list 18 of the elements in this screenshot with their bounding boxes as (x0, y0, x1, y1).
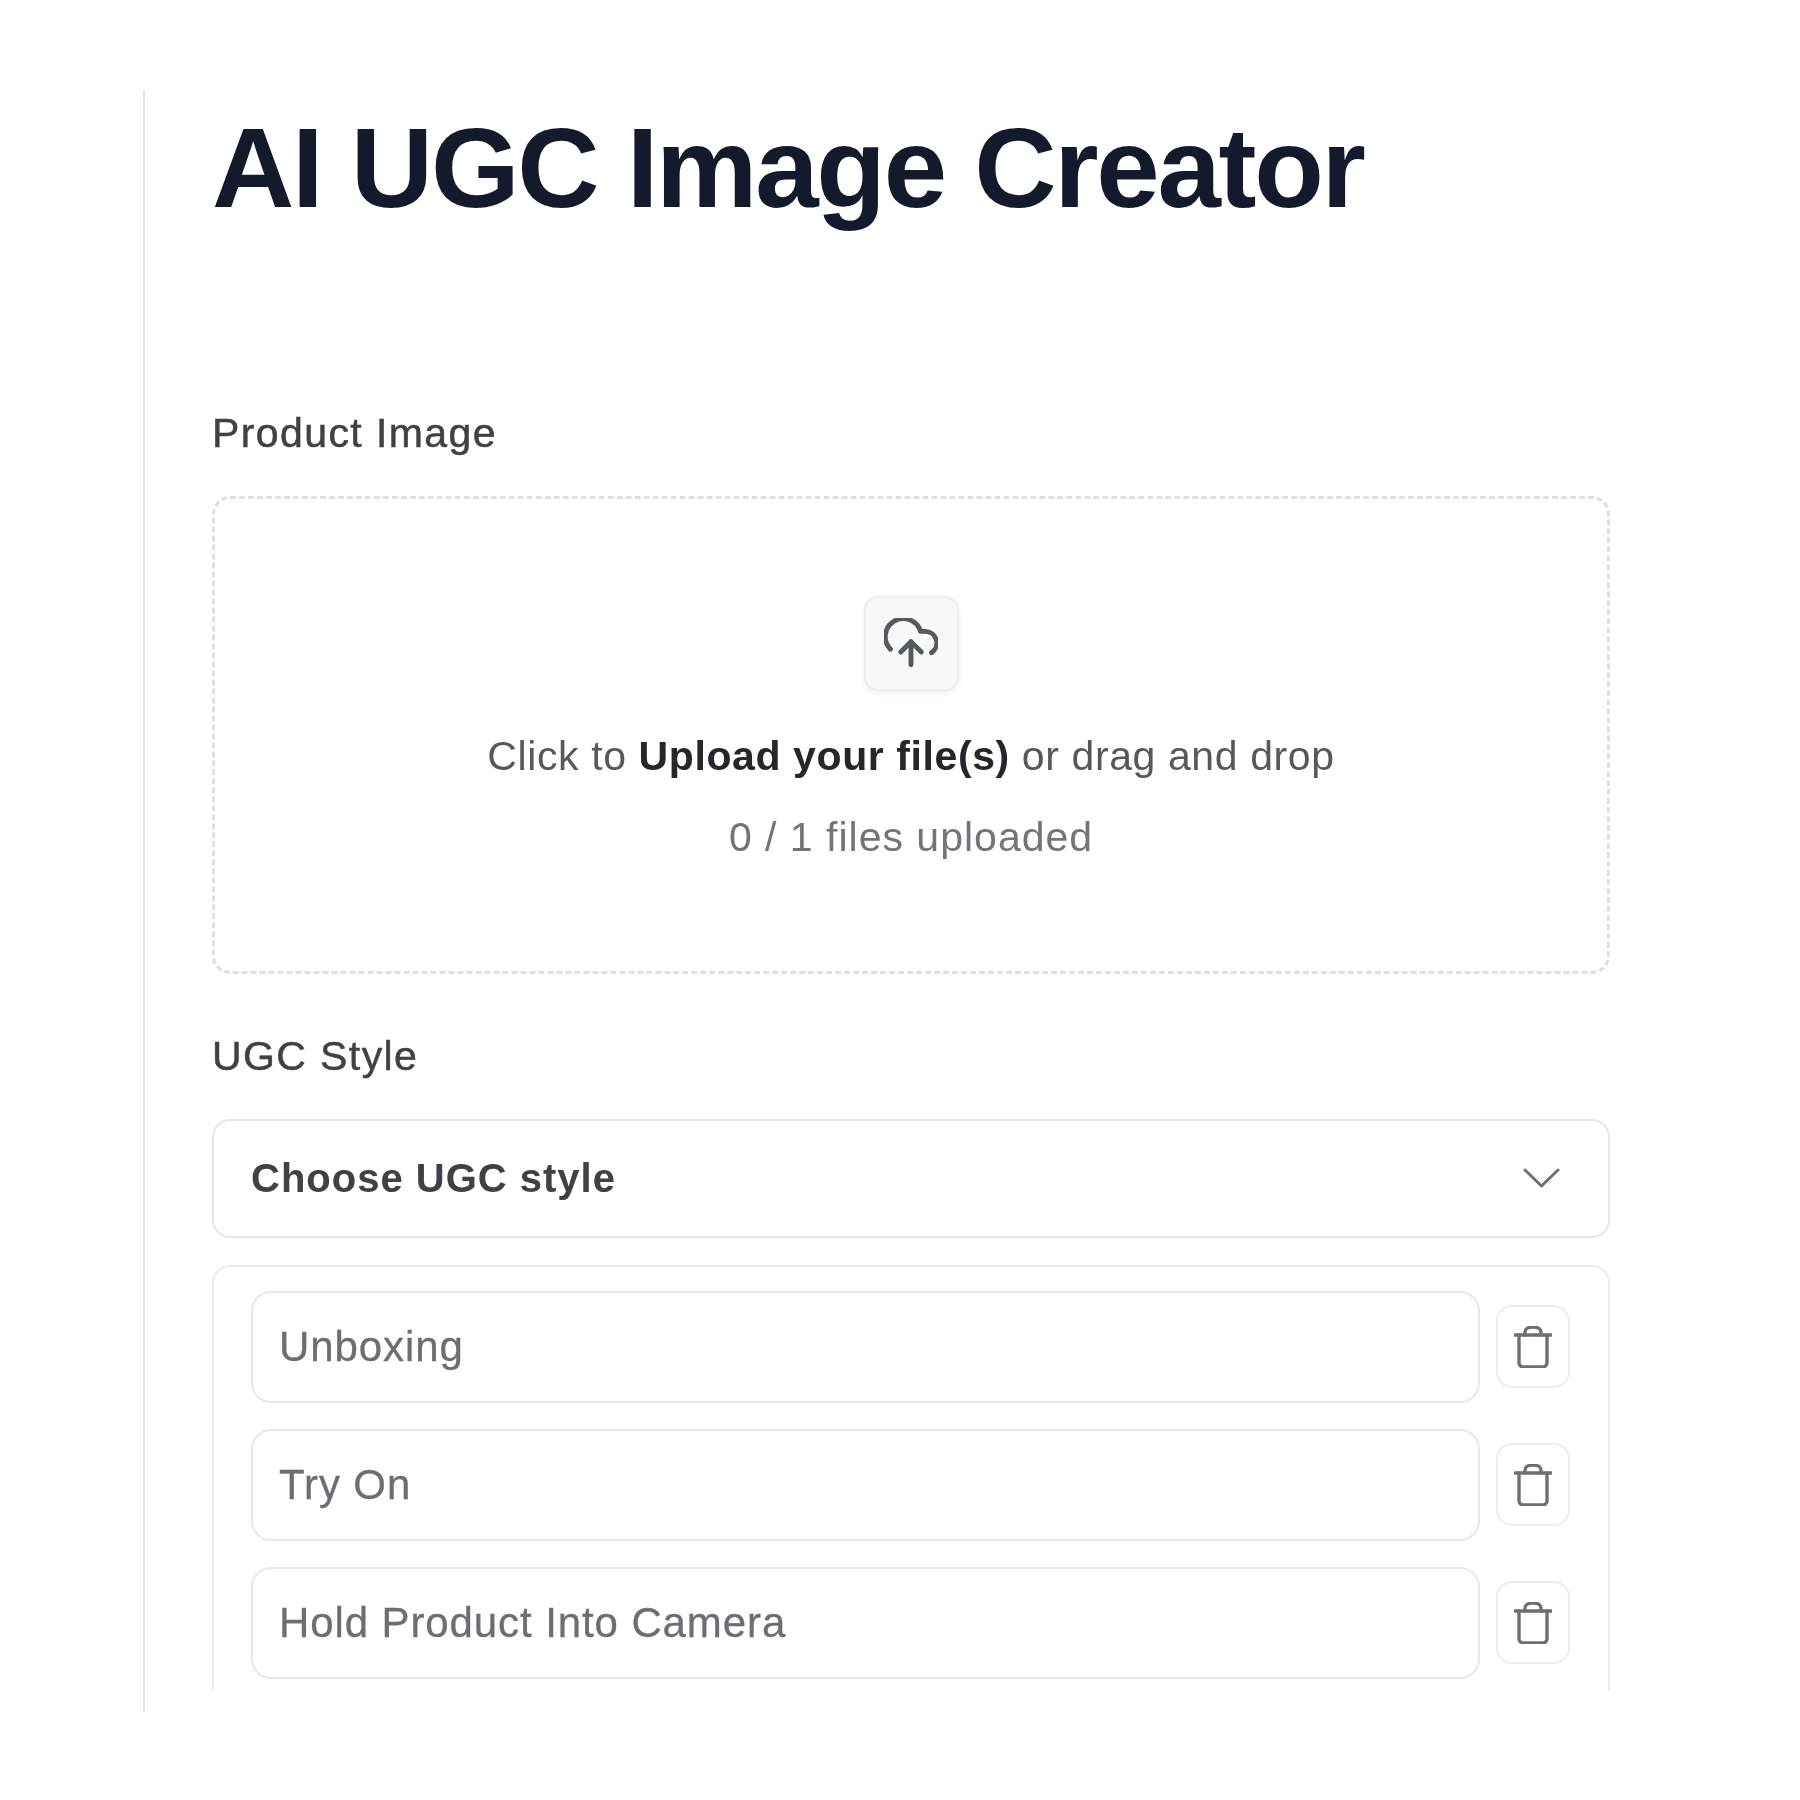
upload-instructions: Click to Upload your file(s) or drag and drop (487, 731, 1335, 781)
style-input[interactable]: Hold Product Into Camera (251, 1566, 1480, 1679)
upload-dropzone[interactable]: Click to Upload your file(s) or drag and drop 0 / 1 files uploaded (212, 495, 1610, 974)
style-input[interactable]: Try On (251, 1428, 1480, 1541)
style-input[interactable]: Unboxing (251, 1290, 1480, 1403)
style-select[interactable]: Choose UGC style (212, 1118, 1610, 1238)
delete-button[interactable] (1496, 1305, 1570, 1389)
delete-button[interactable] (1496, 1581, 1570, 1665)
field-label: UGC Style (212, 1031, 419, 1081)
upload-count: 0 / 1 files uploaded (728, 812, 1094, 862)
cloud-upload-icon (863, 595, 959, 691)
delete-button[interactable] (1496, 1443, 1570, 1527)
trash-icon (1514, 1463, 1552, 1506)
trash-icon (1514, 1325, 1552, 1368)
trash-icon (1514, 1601, 1552, 1644)
page-title: AI UGC Image Creator (212, 103, 1364, 233)
chevron-down-icon (1523, 1168, 1560, 1189)
field-label: Product Image (212, 408, 497, 458)
